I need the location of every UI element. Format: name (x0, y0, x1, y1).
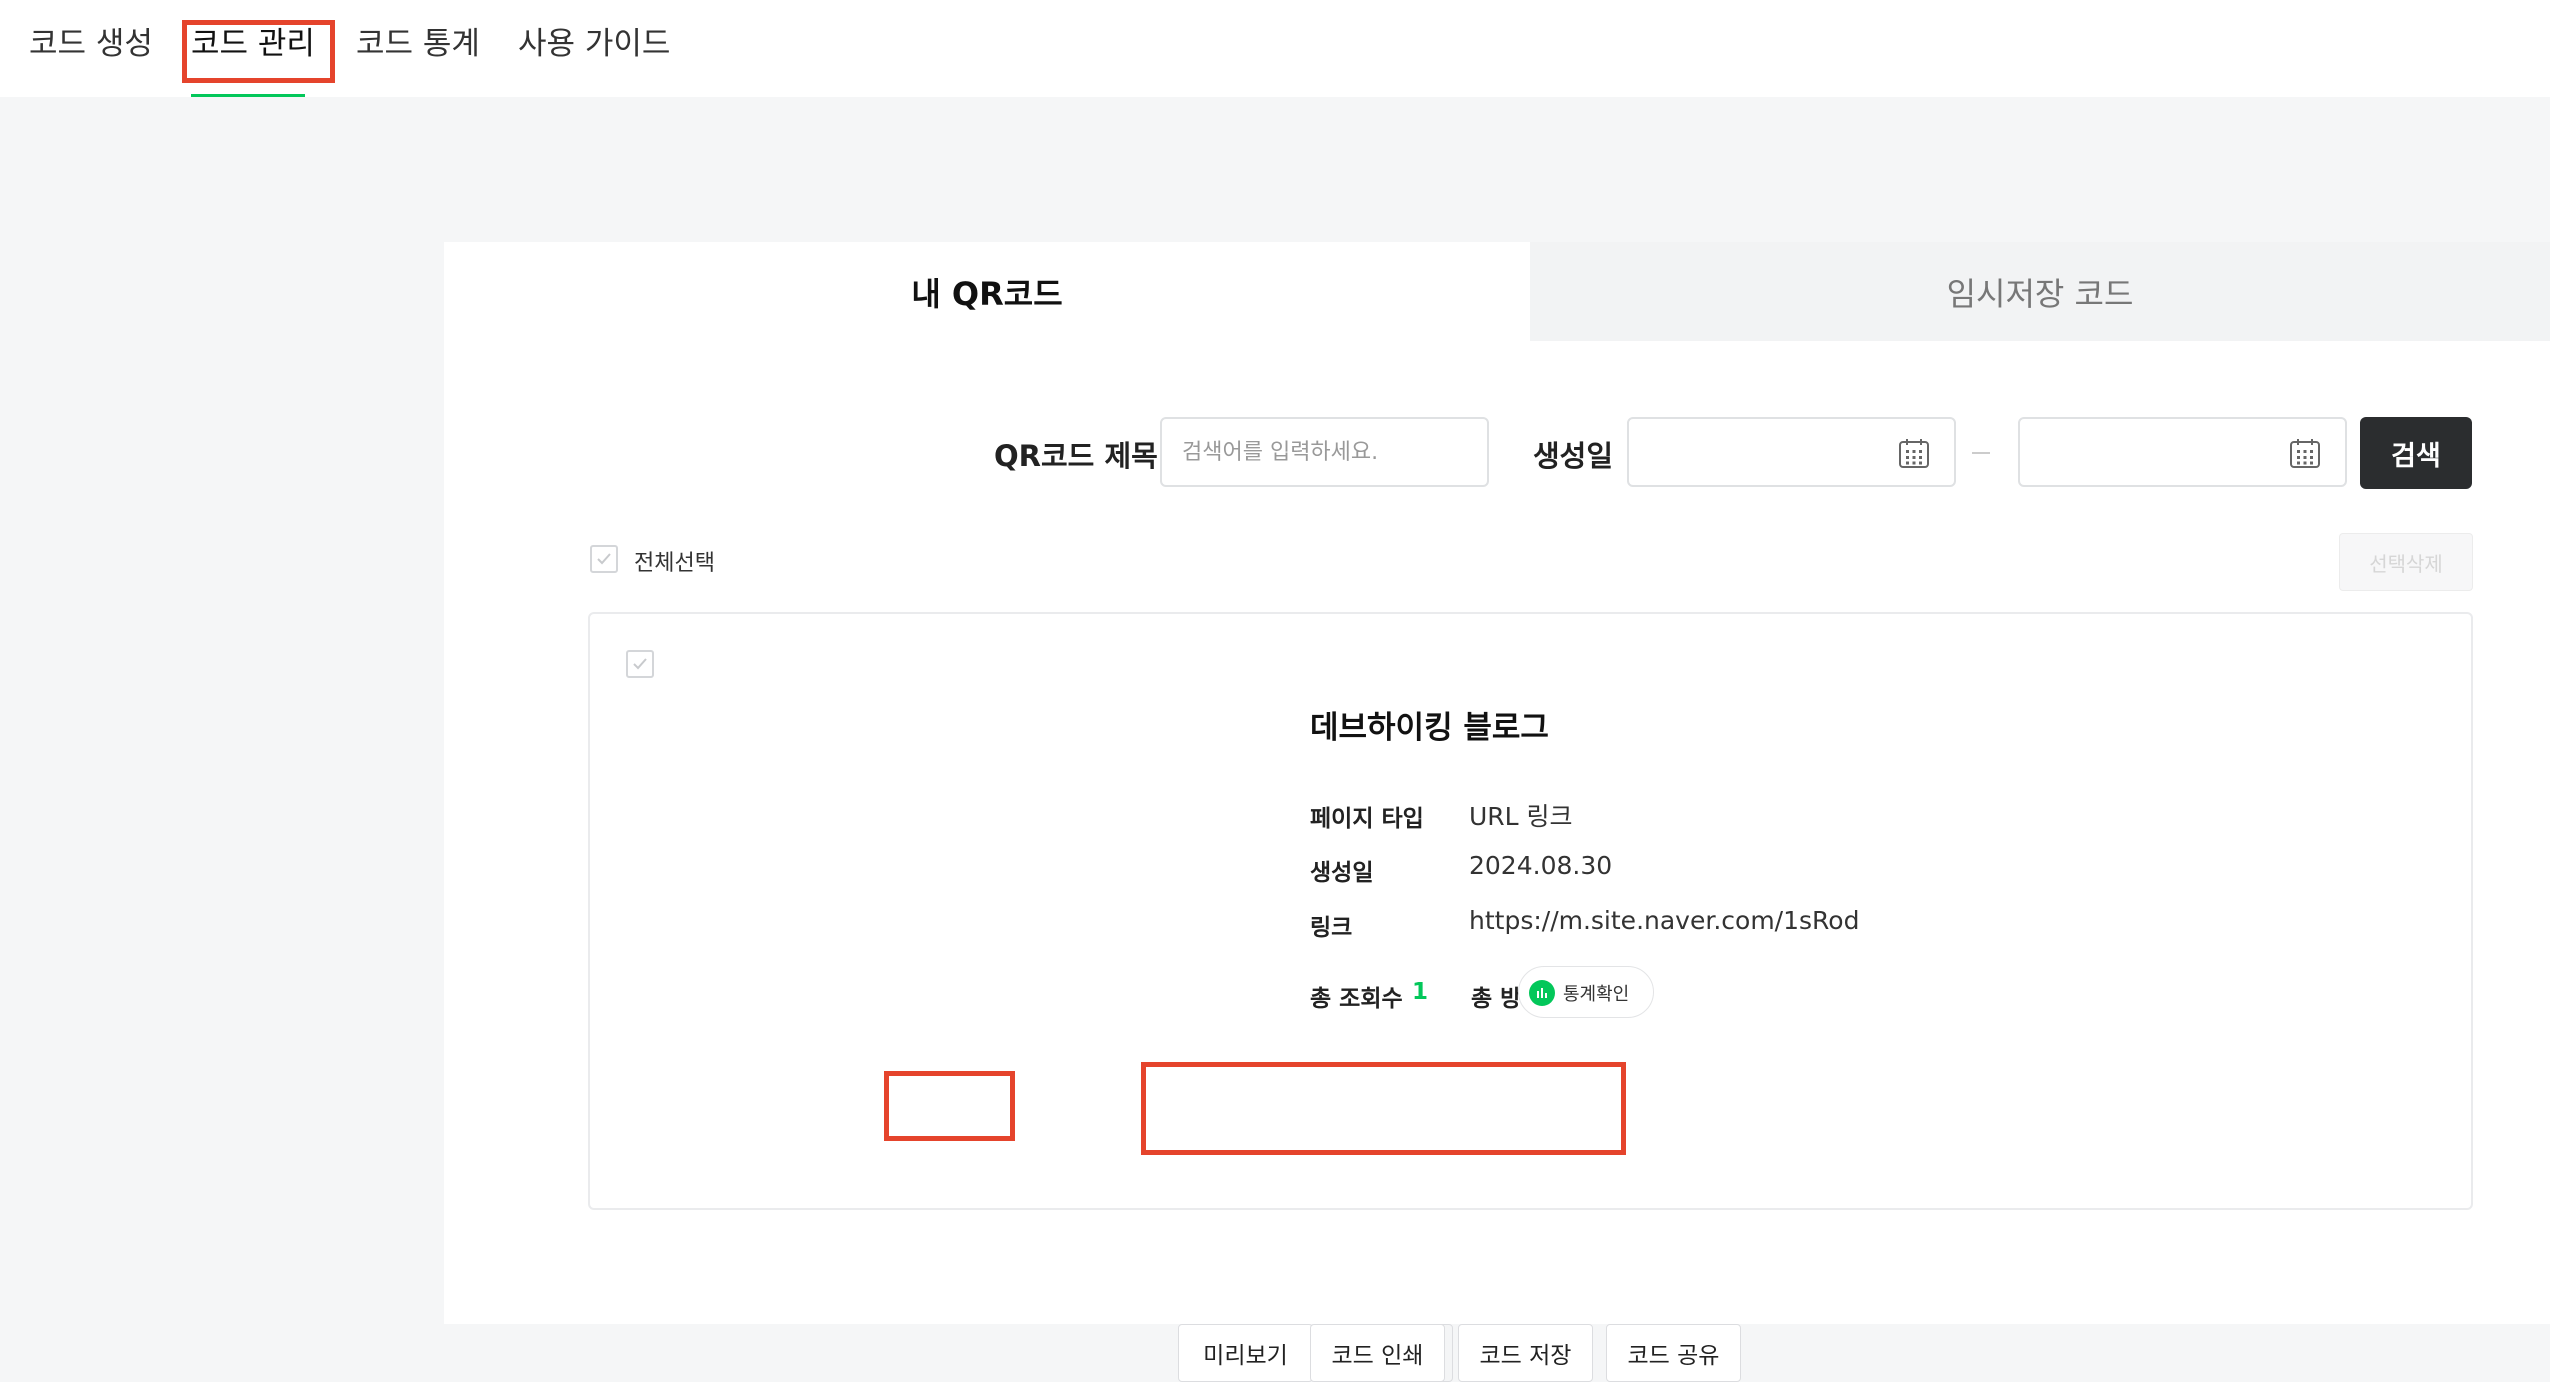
top-nav: 코드 생성 코드 관리 코드 통계 사용 가이드 (0, 0, 2550, 97)
tab-draft-code[interactable]: 임시저장 코드 (1530, 242, 2550, 341)
qr-title-label: QR코드 제목 (994, 439, 1158, 473)
search-button[interactable]: 검색 (2360, 417, 2472, 489)
main-panel: 내 QR코드 임시저장 코드 QR코드 제목 생성일 (444, 242, 2550, 1382)
tab-my-qrcode[interactable]: 내 QR코드 (444, 242, 1530, 341)
view-stats-label: 통계확인 (1563, 984, 1630, 1005)
preview-button[interactable]: 미리보기 (1178, 1324, 1313, 1382)
bar-chart-icon (1529, 980, 1555, 1006)
qr-title-search-field[interactable] (1160, 417, 1489, 487)
date-range-dash (1972, 452, 1990, 454)
delete-selected-button[interactable]: 선택삭제 (2339, 533, 2473, 591)
select-all-label: 전체선택 (634, 551, 715, 576)
link-value[interactable]: https://m.site.naver.com/1sRod (1469, 906, 1859, 935)
nav-code-manage[interactable]: 코드 관리 (191, 22, 315, 66)
check-icon (633, 658, 647, 670)
nav-active-indicator (191, 94, 305, 97)
nav-code-create[interactable]: 코드 생성 (29, 22, 153, 66)
created-date-value: 2024.08.30 (1469, 851, 1613, 880)
total-views-label: 총 조회수 (1310, 986, 1403, 1012)
code-print-button[interactable]: 코드 인쇄 (1310, 1324, 1445, 1382)
view-stats-button[interactable]: 통계확인 (1518, 966, 1654, 1018)
created-date-info-label: 생성일 (1310, 860, 1374, 886)
qr-title-search-input[interactable] (1162, 419, 1487, 485)
total-views-value: 1 (1412, 979, 1429, 1005)
card-checkbox[interactable] (626, 650, 654, 678)
qrcode-card: 데브하이킹 블로그 페이지 타입 URL 링크 생성일 2024.08.30 링… (588, 612, 2473, 1382)
link-label: 링크 (1310, 915, 1353, 941)
select-all-checkbox[interactable] (590, 545, 618, 573)
code-save-button[interactable]: 코드 저장 (1458, 1324, 1593, 1382)
nav-usage-guide[interactable]: 사용 가이드 (518, 22, 670, 66)
calendar-icon[interactable] (1898, 437, 1930, 469)
created-date-label: 생성일 (1533, 439, 1614, 473)
page-type-value: URL 링크 (1469, 802, 1573, 831)
nav-code-stats[interactable]: 코드 통계 (356, 22, 480, 66)
page-type-label: 페이지 타입 (1310, 806, 1424, 832)
date-to-field[interactable] (2018, 417, 2347, 487)
date-from-field[interactable] (1627, 417, 1956, 487)
card-title: 데브하이킹 블로그 (1310, 710, 1549, 746)
calendar-icon[interactable] (2289, 437, 2321, 469)
check-icon (597, 553, 611, 565)
code-share-button[interactable]: 코드 공유 (1606, 1324, 1741, 1382)
